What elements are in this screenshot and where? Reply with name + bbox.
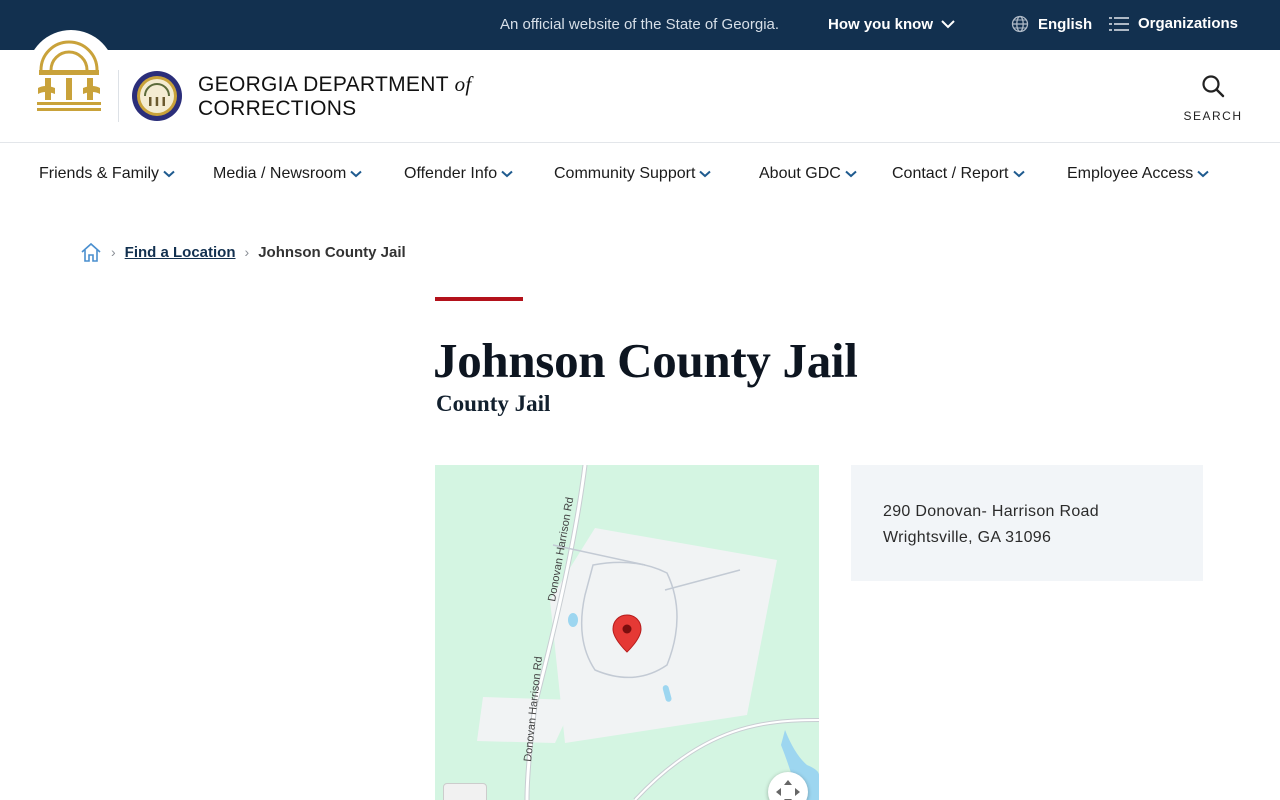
nav-item-friends-family[interactable]: Friends & Family bbox=[39, 165, 175, 183]
map-type-control[interactable] bbox=[443, 783, 487, 800]
pond-small bbox=[568, 613, 578, 627]
title-accent-bar bbox=[435, 297, 523, 301]
chevron-down-icon bbox=[941, 20, 955, 29]
breadcrumb-current: Johnson County Jail bbox=[258, 243, 406, 261]
site-title[interactable]: GEORGIA DEPARTMENT of CORRECTIONS bbox=[198, 72, 472, 121]
map-canvas: Donovan Harrison Rd Donovan Harrison Rd bbox=[435, 465, 819, 800]
official-site-banner: An official website of the State of Geor… bbox=[0, 0, 1280, 50]
nav-item-label: About GDC bbox=[759, 165, 841, 182]
language-label: English bbox=[1038, 15, 1093, 33]
organizations-label: Organizations bbox=[1138, 15, 1239, 32]
nav-item-community-support[interactable]: Community Support bbox=[554, 165, 712, 183]
language-selector[interactable]: English bbox=[1011, 15, 1092, 33]
logo-divider bbox=[118, 70, 119, 122]
address-line2: Wrightsville, GA 31096 bbox=[883, 529, 1052, 546]
breadcrumb: › Find a Location › Johnson County Jail bbox=[80, 242, 406, 262]
facility-area bbox=[550, 528, 777, 743]
nav-item-label: Offender Info bbox=[404, 165, 498, 182]
nav-item-media-newsroom[interactable]: Media / Newsroom bbox=[213, 165, 363, 183]
how-you-know-toggle[interactable]: How you know bbox=[828, 16, 955, 33]
address-card: 290 Donovan- Harrison Road Wrightsville,… bbox=[851, 465, 1203, 581]
brand-line1: GEORGIA DEPARTMENT bbox=[198, 73, 449, 96]
site-header: GEORGIA DEPARTMENT of CORRECTIONS SEARCH bbox=[0, 30, 1280, 143]
home-icon[interactable] bbox=[80, 242, 102, 262]
list-icon bbox=[1109, 16, 1129, 31]
brand-line2: CORRECTIONS bbox=[198, 97, 357, 120]
nav-item-label: Contact / Report bbox=[892, 165, 1009, 182]
page-title: Johnson County Jail bbox=[433, 333, 858, 388]
breadcrumb-find-location-link[interactable]: Find a Location bbox=[125, 244, 236, 261]
how-you-know-label: How you know bbox=[828, 16, 933, 33]
search-label: SEARCH bbox=[1183, 109, 1243, 123]
organizations-menu[interactable]: Organizations bbox=[1109, 15, 1238, 32]
globe-icon bbox=[1011, 15, 1029, 33]
main-nav: Friends & Family Media / Newsroom Offend… bbox=[0, 143, 1280, 205]
nav-item-label: Employee Access bbox=[1067, 165, 1194, 182]
chevron-down-icon bbox=[1012, 170, 1025, 178]
nav-item-contact-report[interactable]: Contact / Report bbox=[892, 165, 1025, 183]
nav-item-offender-info[interactable]: Offender Info bbox=[404, 165, 513, 183]
chevron-down-icon bbox=[845, 170, 857, 178]
state-seal-logo[interactable] bbox=[27, 30, 115, 118]
page-subtitle: County Jail bbox=[436, 391, 551, 416]
expand-arrows-icon bbox=[776, 780, 800, 800]
chevron-down-icon bbox=[350, 170, 363, 178]
chevron-down-icon bbox=[1197, 170, 1209, 178]
search-icon bbox=[1202, 75, 1225, 98]
chevron-down-icon bbox=[501, 170, 513, 178]
nav-item-label: Friends & Family bbox=[39, 165, 160, 182]
georgia-seal-icon bbox=[37, 40, 101, 111]
search-button[interactable]: SEARCH bbox=[1183, 74, 1243, 123]
gdc-seal-icon bbox=[132, 71, 182, 121]
map-fullscreen-button[interactable] bbox=[768, 772, 808, 800]
chevron-right-icon: › bbox=[244, 244, 250, 260]
official-site-text: An official website of the State of Geor… bbox=[500, 16, 780, 33]
chevron-down-icon bbox=[163, 170, 175, 178]
nav-item-employee-access[interactable]: Employee Access bbox=[1067, 165, 1209, 183]
nav-item-about-gdc[interactable]: About GDC bbox=[759, 165, 857, 183]
nav-item-label: Media / Newsroom bbox=[213, 165, 347, 182]
nav-item-label: Community Support bbox=[554, 165, 696, 182]
brand-of: of bbox=[454, 72, 472, 96]
location-map[interactable]: Donovan Harrison Rd Donovan Harrison Rd bbox=[435, 465, 819, 800]
chevron-down-icon bbox=[699, 170, 712, 178]
address-line1: 290 Donovan- Harrison Road bbox=[883, 503, 1099, 520]
chevron-right-icon: › bbox=[111, 244, 116, 260]
